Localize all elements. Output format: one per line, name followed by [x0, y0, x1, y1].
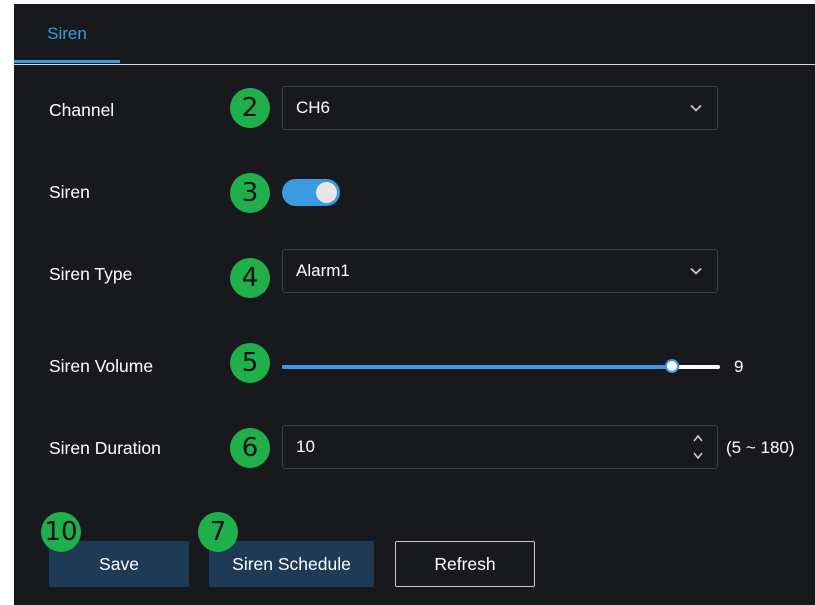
chevron-down-icon	[690, 267, 702, 275]
callout-badge-3: 3	[230, 173, 270, 213]
tab-siren[interactable]: Siren	[14, 4, 120, 64]
siren-type-select[interactable]: Alarm1	[282, 249, 718, 293]
siren-type-select-value: Alarm1	[296, 261, 350, 280]
siren-duration-input[interactable]: 10	[282, 425, 718, 469]
channel-select[interactable]: CH6	[282, 86, 718, 130]
siren-volume-label: Siren Volume	[49, 356, 154, 376]
callout-badge-10: 10	[41, 512, 81, 552]
siren-duration-value: 10	[296, 437, 315, 456]
siren-settings-panel: Siren Channel 2 CH6 Siren 3 Siren Type 4…	[14, 4, 815, 605]
slider-handle[interactable]	[664, 359, 679, 373]
chevron-down-icon	[690, 104, 702, 112]
siren-volume-slider[interactable]	[282, 359, 720, 373]
refresh-button[interactable]: Refresh	[395, 541, 535, 587]
tab-bar-divider	[14, 64, 815, 65]
siren-label: Siren	[49, 182, 90, 202]
slider-fill	[282, 365, 672, 369]
callout-badge-6: 6	[230, 428, 270, 468]
siren-toggle[interactable]	[282, 179, 340, 206]
channel-select-value: CH6	[296, 98, 331, 117]
up-down-arrows-icon[interactable]	[691, 431, 705, 463]
siren-duration-label: Siren Duration	[49, 438, 161, 458]
callout-badge-7: 7	[198, 512, 238, 552]
siren-schedule-button[interactable]: Siren Schedule	[209, 541, 374, 587]
callout-badge-4: 4	[230, 258, 270, 298]
siren-volume-value: 9	[734, 357, 744, 376]
channel-label: Channel	[49, 100, 115, 120]
toggle-knob	[316, 182, 337, 203]
siren-duration-range-hint: (5 ~ 180)	[726, 438, 795, 457]
active-tab-indicator	[14, 60, 120, 63]
callout-badge-2: 2	[230, 88, 270, 128]
callout-badge-5: 5	[230, 343, 270, 383]
siren-type-label: Siren Type	[49, 264, 133, 284]
